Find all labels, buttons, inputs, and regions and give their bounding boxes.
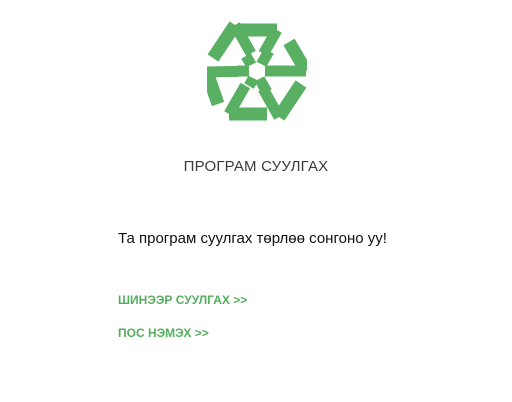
add-pos-link[interactable]: ПОС НЭМЭХ >>: [118, 326, 209, 340]
page-title: ПРОГРАМ СУУЛГАХ: [183, 158, 329, 175]
installer-window: ПРОГРАМ СУУЛГАХ Та програм суулгах төрлө…: [0, 0, 512, 402]
install-type-prompt: Та програм суулгах төрлөө сонгоно уу!: [118, 230, 387, 247]
hexagonal-knot-logo-icon: [207, 20, 307, 122]
new-install-link[interactable]: ШИНЭЭР СУУЛГАХ >>: [118, 293, 247, 307]
